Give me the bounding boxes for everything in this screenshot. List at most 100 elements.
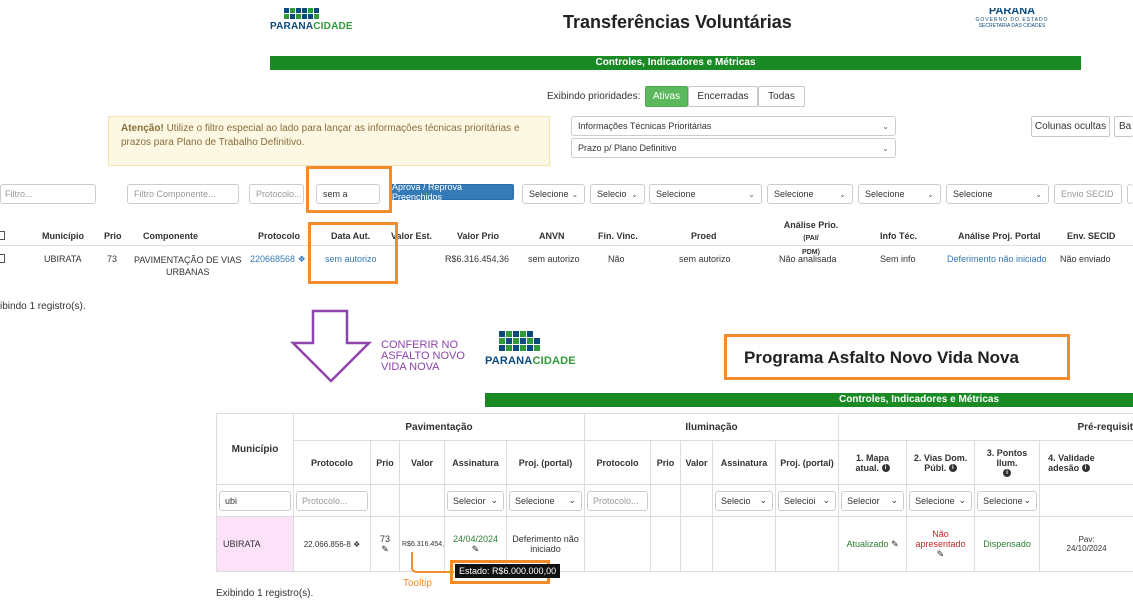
envio-secid-input[interactable]: Envio SECID: [1054, 184, 1122, 204]
group-pavimentacao: Pavimentação: [293, 413, 585, 441]
pencil-icon[interactable]: ✎: [472, 544, 480, 554]
chevron-down-icon: ⌄: [748, 189, 755, 199]
row-municipio: UBIRATA: [216, 516, 294, 572]
filter-select-6[interactable]: Selecione ⌄: [946, 184, 1049, 204]
tab-encerradas[interactable]: Encerradas: [688, 86, 758, 107]
col-municipio: Município: [42, 231, 84, 241]
filter-select-5[interactable]: Selecione ⌄: [858, 184, 941, 204]
col-info-tec: Info Téc.: [880, 231, 918, 241]
chevron-down-icon: ⌄: [631, 189, 638, 199]
row-analise-proj-link[interactable]: Deferimento não iniciado: [947, 254, 1047, 264]
row-protocolo-link[interactable]: 220668568 ❖: [250, 254, 306, 265]
group-municipio: Município: [216, 413, 294, 485]
ilu-col-protocolo: Protocolo: [584, 440, 651, 485]
col-env-secid: Env. SECID: [1067, 231, 1116, 241]
ba-button[interactable]: Ba: [1114, 116, 1133, 137]
protocolo-filter-input[interactable]: Protocolo...: [249, 184, 304, 204]
pav-assinatura-select[interactable]: Selecior ⌄: [447, 490, 504, 511]
conferir-annotation: CONFERIR NO ASFALTO NOVO VIDA NOVA: [381, 339, 465, 373]
ilu-col-proj: Proj. (portal): [774, 440, 840, 485]
ilu-assinatura-select[interactable]: Selecio ⌄: [715, 490, 773, 511]
col-pontos: 3. Pontos Ilum. i: [974, 440, 1041, 485]
valor-tooltip: Estado: R$6.000.000,00: [455, 564, 561, 578]
tooltip-pointer-line: [411, 552, 454, 573]
col-mapa: 1. Mapa atual. i: [838, 440, 908, 485]
filter-select-3[interactable]: Selecione ⌄: [649, 184, 762, 204]
tooltip-annotation-label: Tooltip: [403, 578, 432, 589]
paranacidade-logo-mark: [499, 331, 576, 351]
info-icon[interactable]: i: [881, 464, 890, 473]
pav-proj-select[interactable]: Selecione ⌄: [509, 490, 582, 511]
aprova-reprova-button[interactable]: Aprova / Reprova Preenchidos: [391, 182, 514, 202]
col-fin-vinc: Fin. Vinc.: [598, 231, 638, 241]
chevron-down-icon: ⌄: [571, 189, 579, 199]
ilu-col-valor: Valor: [680, 440, 713, 485]
row-env-secid: Não enviado: [1060, 254, 1111, 264]
paranacidade-logo-mark: [284, 8, 353, 19]
filter-select-1[interactable]: Selecione ⌄: [522, 184, 585, 204]
tab-todas[interactable]: Todas: [758, 86, 805, 107]
pav-col-proj: Proj. (portal): [506, 440, 585, 485]
row-checkbox[interactable]: [0, 254, 5, 263]
paranacidade-logo-word: PARANACIDADE: [485, 355, 576, 367]
header-divider: [0, 245, 1133, 246]
info-icon[interactable]: i: [1081, 464, 1090, 473]
componente-filter-input[interactable]: Filtro Componente...: [127, 184, 239, 204]
ilu-protocolo-filter-input[interactable]: Protocolo...: [587, 490, 648, 511]
row-anvn: sem autorizo: [528, 254, 580, 264]
info-tec-select[interactable]: Informações Técnicas Prioritárias ⌄: [571, 116, 896, 136]
header-checkbox[interactable]: [0, 231, 5, 240]
highlight-data-aut-filter: [306, 166, 392, 213]
top-logo: PARANACIDADE: [270, 8, 353, 32]
col-prio: Prio: [104, 231, 122, 241]
extra-filter-input[interactable]: [1127, 184, 1133, 204]
chevron-down-icon: ⌄: [568, 495, 576, 505]
pencil-icon[interactable]: ✎: [937, 549, 945, 559]
row-vias: Não apresentado ✎: [906, 516, 976, 572]
pencil-icon[interactable]: ✎: [891, 539, 899, 549]
row-prio: 73: [107, 254, 118, 264]
municipio-filter-input[interactable]: ubi: [219, 490, 291, 511]
row-prio: 73 ✎: [370, 516, 400, 572]
priorities-label: Exibindo prioridades:: [547, 91, 641, 102]
row-protocolo-link[interactable]: 22.066.856-8 ❖: [293, 516, 371, 572]
ilu-col-assinatura: Assinatura: [712, 440, 776, 485]
col-protocolo: Protocolo: [258, 231, 300, 241]
info-icon[interactable]: i: [948, 464, 957, 473]
col-analise-proj: Análise Proj. Portal: [958, 231, 1041, 241]
prazo-select[interactable]: Prazo p/ Plano Definitivo ⌄: [571, 138, 896, 158]
chevron-down-icon: ⌄: [882, 143, 889, 153]
dropbox-icon: ❖: [353, 539, 361, 549]
bottom-records-footer: Exibindo 1 registro(s).: [216, 588, 314, 599]
chevron-down-icon: ⌄: [490, 495, 498, 505]
row-analise-prio: Não analisada: [779, 254, 837, 264]
col-componente: Componente: [143, 231, 198, 241]
chevron-down-icon: ⌄: [822, 495, 831, 505]
filter-input[interactable]: Filtro...: [0, 184, 96, 204]
col-vias: 2. Vias Dom. Públ. i: [906, 440, 976, 485]
col-analise-prio: Análise Prio. (PAI/PDM): [783, 220, 839, 256]
alert-bold: Atenção!: [121, 123, 164, 134]
row-componente: PAVIMENTAÇÃO DE VIAS URBANAS: [134, 255, 242, 277]
pav-protocolo-filter-input[interactable]: Protocolo...: [296, 490, 368, 511]
vias-select[interactable]: Selecione ⌄: [909, 490, 973, 511]
pontos-select[interactable]: Selecione ⌄: [977, 490, 1038, 511]
row-validade: Pav: 24/10/2024: [1039, 516, 1133, 572]
filter-select-4[interactable]: Selecione ⌄: [767, 184, 853, 204]
chevron-down-icon: ⌄: [882, 121, 889, 131]
row-municipio: UBIRATA: [44, 254, 82, 264]
ilu-col-prio: Prio: [650, 440, 681, 485]
filter-select-2[interactable]: Selecio ⌄: [590, 184, 645, 204]
col-validade: 4. Validade adesão i: [1039, 440, 1133, 485]
dropbox-icon: ❖: [297, 254, 306, 264]
hidden-columns-button[interactable]: Colunas ocultas: [1031, 116, 1110, 137]
paranacidade-logo-word: PARANACIDADE: [270, 21, 353, 32]
chevron-down-icon: ⌄: [1035, 189, 1042, 199]
pencil-icon[interactable]: ✎: [381, 544, 389, 554]
tab-ativas[interactable]: Ativas: [645, 86, 688, 107]
group-prereq: Pré-requisit: [838, 413, 1133, 441]
group-iluminacao: Iluminação: [583, 413, 840, 441]
ilu-proj-select[interactable]: Selecioi ⌄: [778, 490, 837, 511]
mapa-select[interactable]: Selecior ⌄: [841, 490, 905, 511]
info-icon[interactable]: i: [1003, 469, 1012, 478]
